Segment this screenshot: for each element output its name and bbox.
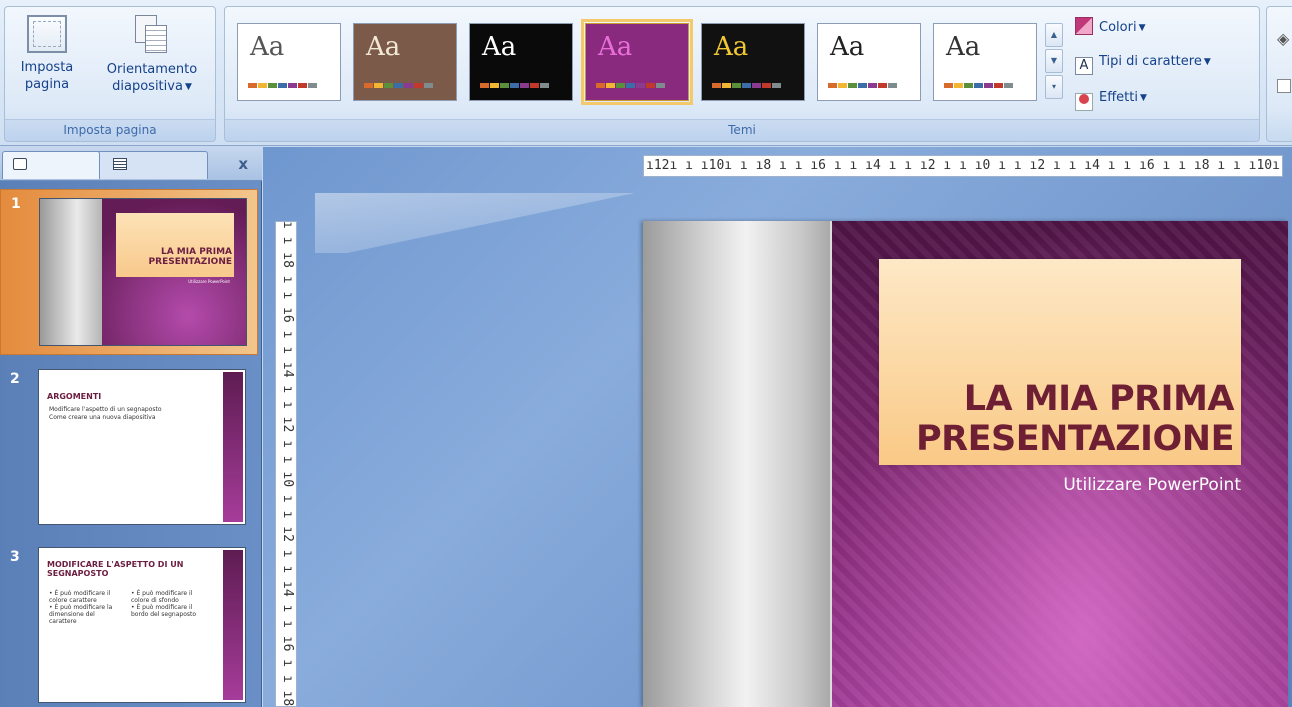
chevron-down-icon: ▼ bbox=[1203, 57, 1211, 67]
checkbox-icon[interactable] bbox=[1277, 79, 1291, 93]
themes-group: Aa Aa Aa Aa Aa Aa Aa ▲ ▼ ▾ Colori ▼ A Tipi di ca… bbox=[224, 6, 1260, 142]
orientation-label-1: Orientamento bbox=[106, 62, 198, 77]
theme-thumbnail[interactable]: Aa bbox=[933, 23, 1037, 101]
theme-thumbnail[interactable]: Aa bbox=[353, 23, 457, 101]
slides-icon bbox=[13, 158, 27, 170]
thumbnail-title: MODIFICARE L'ASPETTO DI UN SEGNAPOSTO bbox=[47, 560, 184, 578]
theme-color-swatches bbox=[944, 83, 1013, 88]
theme-sample-text: Aa bbox=[714, 32, 749, 62]
theme-color-swatches bbox=[712, 83, 781, 88]
themes-group-label: Temi bbox=[225, 119, 1259, 141]
slide-number: 3 bbox=[10, 549, 20, 565]
page-setup-icon bbox=[27, 15, 67, 53]
orientation-label-2: diapositiva bbox=[112, 79, 183, 94]
gallery-scroll-up-icon[interactable]: ▲ bbox=[1045, 23, 1063, 47]
orientation-icon bbox=[135, 15, 169, 55]
slide-title: LA MIA PRIMA PRESENTAZIONE bbox=[915, 379, 1235, 459]
thumbnail-subtitle: Utilizzare PowerPoint bbox=[188, 279, 230, 284]
theme-fonts-label: Tipi di carattere bbox=[1099, 54, 1202, 69]
slide-title-line-1: LA MIA PRIMA bbox=[963, 379, 1235, 419]
vertical-ruler: ı ı ı8 ı ı ı6 ı ı ı4 ı ı ı2 ı ı ı0 ı ı ı… bbox=[275, 221, 297, 707]
theme-color-swatches bbox=[480, 83, 549, 88]
theme-thumbnail[interactable]: Aa bbox=[817, 23, 921, 101]
pane-tabs: x bbox=[0, 147, 262, 181]
theme-sample-text: Aa bbox=[946, 32, 981, 62]
theme-colors-button[interactable]: Colori ▼ bbox=[1075, 15, 1145, 41]
slide-thumbnail-row[interactable]: 1 LA MIA PRIMA PRESENTAZIONE Utilizzare … bbox=[0, 189, 258, 355]
slides-pane: x 1 LA MIA PRIMA PRESENTAZIONE Utilizzar… bbox=[0, 147, 262, 707]
gallery-scroll-down-icon[interactable]: ▼ bbox=[1045, 49, 1063, 73]
theme-effects-label: Effetti bbox=[1099, 90, 1138, 105]
colors-icon bbox=[1075, 17, 1093, 35]
theme-color-swatches bbox=[596, 83, 665, 88]
page-setup-label-1: Imposta bbox=[20, 60, 74, 75]
paint-bucket-icon[interactable]: ◈ bbox=[1277, 29, 1289, 48]
theme-color-swatches bbox=[828, 83, 897, 88]
theme-thumbnail[interactable]: Aa bbox=[701, 23, 805, 101]
slide-left-panel bbox=[643, 221, 832, 707]
thumbnail-title: LA MIA PRIMA PRESENTAZIONE bbox=[148, 247, 232, 267]
slide-thumbnail[interactable]: MODIFICARE L'ASPETTO DI UN SEGNAPOSTO • … bbox=[38, 547, 246, 703]
slide-editing-area: ı12ı ı ı10ı ı ı8 ı ı ı6 ı ı ı4 ı ı ı2 ı … bbox=[263, 147, 1292, 707]
slide-orientation-button[interactable]: Orientamento diapositiva ▼ bbox=[89, 11, 215, 96]
slide-canvas[interactable]: LA MIA PRIMA PRESENTAZIONE Utilizzare Po… bbox=[643, 221, 1288, 707]
fonts-icon: A bbox=[1075, 57, 1093, 75]
slide-thumbnail-row[interactable]: 3 MODIFICARE L'ASPETTO DI UN SEGNAPOSTO … bbox=[0, 543, 258, 707]
page-setup-button[interactable]: Imposta pagina bbox=[7, 11, 87, 93]
theme-sample-text: Aa bbox=[250, 32, 285, 62]
page-setup-label-2: pagina bbox=[24, 77, 70, 92]
theme-sample-text: Aa bbox=[830, 32, 865, 62]
gallery-more-icon[interactable]: ▾ bbox=[1045, 75, 1063, 99]
vertical-ruler-scale: ı ı ı8 ı ı ı6 ı ı ı4 ı ı ı2 ı ı ı0 ı ı ı… bbox=[280, 221, 295, 707]
background-group: ◈ bbox=[1266, 6, 1292, 142]
chevron-down-icon: ▼ bbox=[1139, 93, 1147, 103]
outline-icon bbox=[113, 158, 127, 170]
slide-title-line-2: PRESENTAZIONE bbox=[915, 419, 1235, 459]
page-setup-group: Imposta pagina Orientamento diapositiva ▼… bbox=[4, 6, 216, 142]
thumbnail-bullet: Modificare l'aspetto di un segnaposto bbox=[49, 406, 162, 413]
thumbnail-bullet: Come creare una nuova diapositiva bbox=[49, 414, 156, 421]
theme-thumbnail[interactable]: Aa bbox=[581, 19, 693, 105]
chevron-down-icon: ▼ bbox=[1138, 23, 1146, 33]
tab-slides[interactable] bbox=[2, 151, 100, 179]
horizontal-ruler: ı12ı ı ı10ı ı ı8 ı ı ı6 ı ı ı4 ı ı ı2 ı … bbox=[643, 155, 1283, 177]
ribbon: Imposta pagina Orientamento diapositiva ▼… bbox=[0, 0, 1292, 146]
slide-number: 1 bbox=[11, 196, 21, 212]
page-setup-group-label: Imposta pagina bbox=[5, 119, 215, 141]
theme-colors-label: Colori bbox=[1099, 20, 1137, 35]
theme-effects-button[interactable]: Effetti ▼ bbox=[1075, 85, 1147, 111]
theme-sample-text: Aa bbox=[366, 32, 401, 62]
slide-thumbnail[interactable]: LA MIA PRIMA PRESENTAZIONE Utilizzare Po… bbox=[39, 198, 247, 346]
effects-icon bbox=[1075, 93, 1093, 111]
close-icon[interactable]: x bbox=[238, 155, 248, 173]
theme-thumbnail[interactable]: Aa bbox=[237, 23, 341, 101]
theme-color-swatches bbox=[364, 83, 433, 88]
theme-color-swatches bbox=[248, 83, 317, 88]
slide-number: 2 bbox=[10, 371, 20, 387]
chevron-down-icon: ▼ bbox=[184, 82, 192, 92]
theme-thumbnail[interactable]: Aa bbox=[469, 23, 573, 101]
theme-sample-text: Aa bbox=[482, 32, 517, 62]
thumbnail-title: ARGOMENTI bbox=[47, 392, 102, 401]
tab-outline[interactable] bbox=[96, 151, 208, 179]
slide-thumbnail[interactable]: ARGOMENTI Modificare l'aspetto di un seg… bbox=[38, 369, 246, 525]
thumbnail-column: • È può modificare il colore di sfondo •… bbox=[131, 590, 197, 618]
slide-thumbnail-row[interactable]: 2 ARGOMENTI Modificare l'aspetto di un s… bbox=[0, 365, 258, 531]
theme-sample-text: Aa bbox=[598, 32, 633, 62]
thumbnail-column: • È può modificare il colore carattere •… bbox=[49, 590, 113, 625]
slide-subtitle[interactable]: Utilizzare PowerPoint bbox=[1063, 475, 1241, 495]
theme-fonts-button[interactable]: A Tipi di carattere ▼ bbox=[1075, 49, 1211, 75]
title-placeholder[interactable]: LA MIA PRIMA PRESENTAZIONE bbox=[879, 259, 1241, 465]
